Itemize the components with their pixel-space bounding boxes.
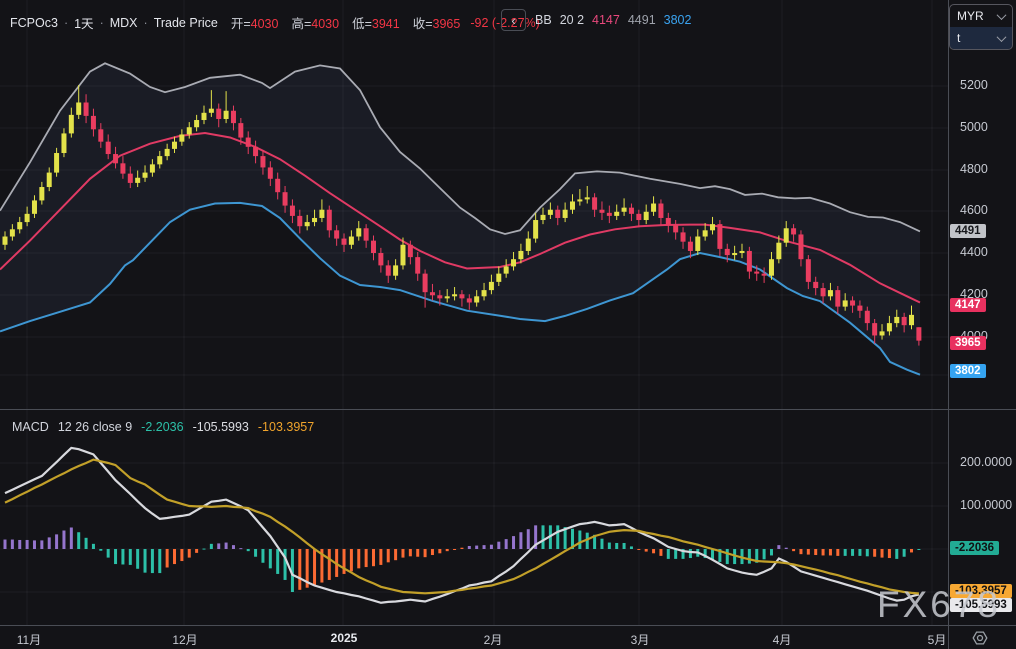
macd-indicator-legend[interactable]: MACD 12 26 close 9 -2.2036 -105.5993 -10… <box>12 420 314 434</box>
separator-dot: · <box>63 15 69 30</box>
price-badge-4491: 4491 <box>950 224 986 238</box>
low-value: 低=3941 <box>352 17 400 31</box>
price-tick-5200: 5200 <box>960 78 988 92</box>
separator-dot: · <box>99 15 104 30</box>
bb-basis-value: 4147 <box>592 13 620 27</box>
price-badge-3965: 3965 <box>950 336 986 350</box>
settings-gear-icon <box>972 631 988 645</box>
open-value: 开=4030 <box>230 17 279 31</box>
candlestick-chart[interactable] <box>0 0 948 410</box>
macd-params: 12 26 close 9 <box>57 420 133 434</box>
bb-upper-value: 4491 <box>627 13 656 27</box>
grid-lines <box>0 410 948 625</box>
unit-dropdown[interactable]: t <box>950 27 1012 49</box>
time-axis[interactable]: 11月 12月 2025 2月 3月 4月 5月 <box>0 626 1016 649</box>
price-badge-3802: 3802 <box>950 364 986 378</box>
time-label-12月[interactable]: 12月 <box>172 631 197 648</box>
time-label-11月[interactable]: 11月 <box>17 631 41 648</box>
unit-value: t <box>957 31 961 45</box>
symbol-legend: FCPOc3 · 1天 · MDX · Trade Price 开=4030 高… <box>10 13 540 32</box>
price-badge-4147: 4147 <box>950 298 986 312</box>
price-tick-4600: 4600 <box>960 203 988 217</box>
price-tick-5000: 5000 <box>960 120 988 134</box>
pane-divider[interactable] <box>0 409 1016 410</box>
price-tick-4400: 4400 <box>960 245 988 259</box>
currency-value: MYR <box>957 9 984 23</box>
currency-unit-selector[interactable]: MYR t <box>949 4 1013 50</box>
macd-line-value: -105.5993 <box>192 420 249 434</box>
macd-badge--103.3957: -103.3957 <box>950 584 1012 598</box>
exchange-label: MDX <box>109 15 138 30</box>
interval-label[interactable]: 1天 <box>74 13 93 32</box>
time-label-2月[interactable]: 2月 <box>484 631 503 648</box>
time-label-5月[interactable]: 5月 <box>928 631 947 648</box>
currency-dropdown[interactable]: MYR <box>950 5 1012 27</box>
separator-dot: · <box>143 15 148 30</box>
chevron-down-icon <box>996 9 1007 20</box>
time-label-3月[interactable]: 3月 <box>631 631 650 648</box>
macd-tick-100.0000: 100.0000 <box>960 498 1013 512</box>
chevron-down-icon <box>996 31 1007 42</box>
price-tick-4800: 4800 <box>960 162 988 176</box>
macd-badge--105.5993: -105.5993 <box>950 598 1012 612</box>
macd-tick-200.0000: 200.0000 <box>960 455 1013 469</box>
macd-histogram <box>3 525 921 592</box>
bb-indicator-legend[interactable]: BB 20 2 4147 4491 3802 <box>535 13 691 27</box>
symbol-name[interactable]: FCPOc3 <box>10 16 58 30</box>
price-scale[interactable]: MYR t 5200500048004600440042004000200.00… <box>948 0 1016 649</box>
high-value: 高=4030 <box>291 17 340 31</box>
macd-badge--2.2036: -2.2036 <box>950 541 1000 555</box>
bb-name: BB <box>535 13 552 27</box>
collapse-legend-button[interactable]: ‹ <box>501 9 526 31</box>
macd-chart[interactable] <box>0 410 948 625</box>
time-label-2025[interactable]: 2025 <box>331 631 358 645</box>
time-label-4月[interactable]: 4月 <box>773 631 792 648</box>
macd-signal-value: -103.3957 <box>257 420 315 434</box>
time-axis-divider <box>0 625 1016 626</box>
macd-hist-value: -2.2036 <box>141 420 184 434</box>
series-type-label: Trade Price <box>153 15 218 30</box>
close-value: 收=3965 <box>412 17 461 31</box>
price-pane[interactable] <box>0 0 948 410</box>
trading-chart-app: FCPOc3 · 1天 · MDX · Trade Price 开=4030 高… <box>0 0 1016 649</box>
bb-lower-value: 3802 <box>663 13 692 27</box>
macd-name: MACD <box>12 420 49 434</box>
macd-pane[interactable] <box>0 410 948 625</box>
bb-params: 20 2 <box>559 13 585 27</box>
scale-settings-button[interactable] <box>971 629 989 647</box>
